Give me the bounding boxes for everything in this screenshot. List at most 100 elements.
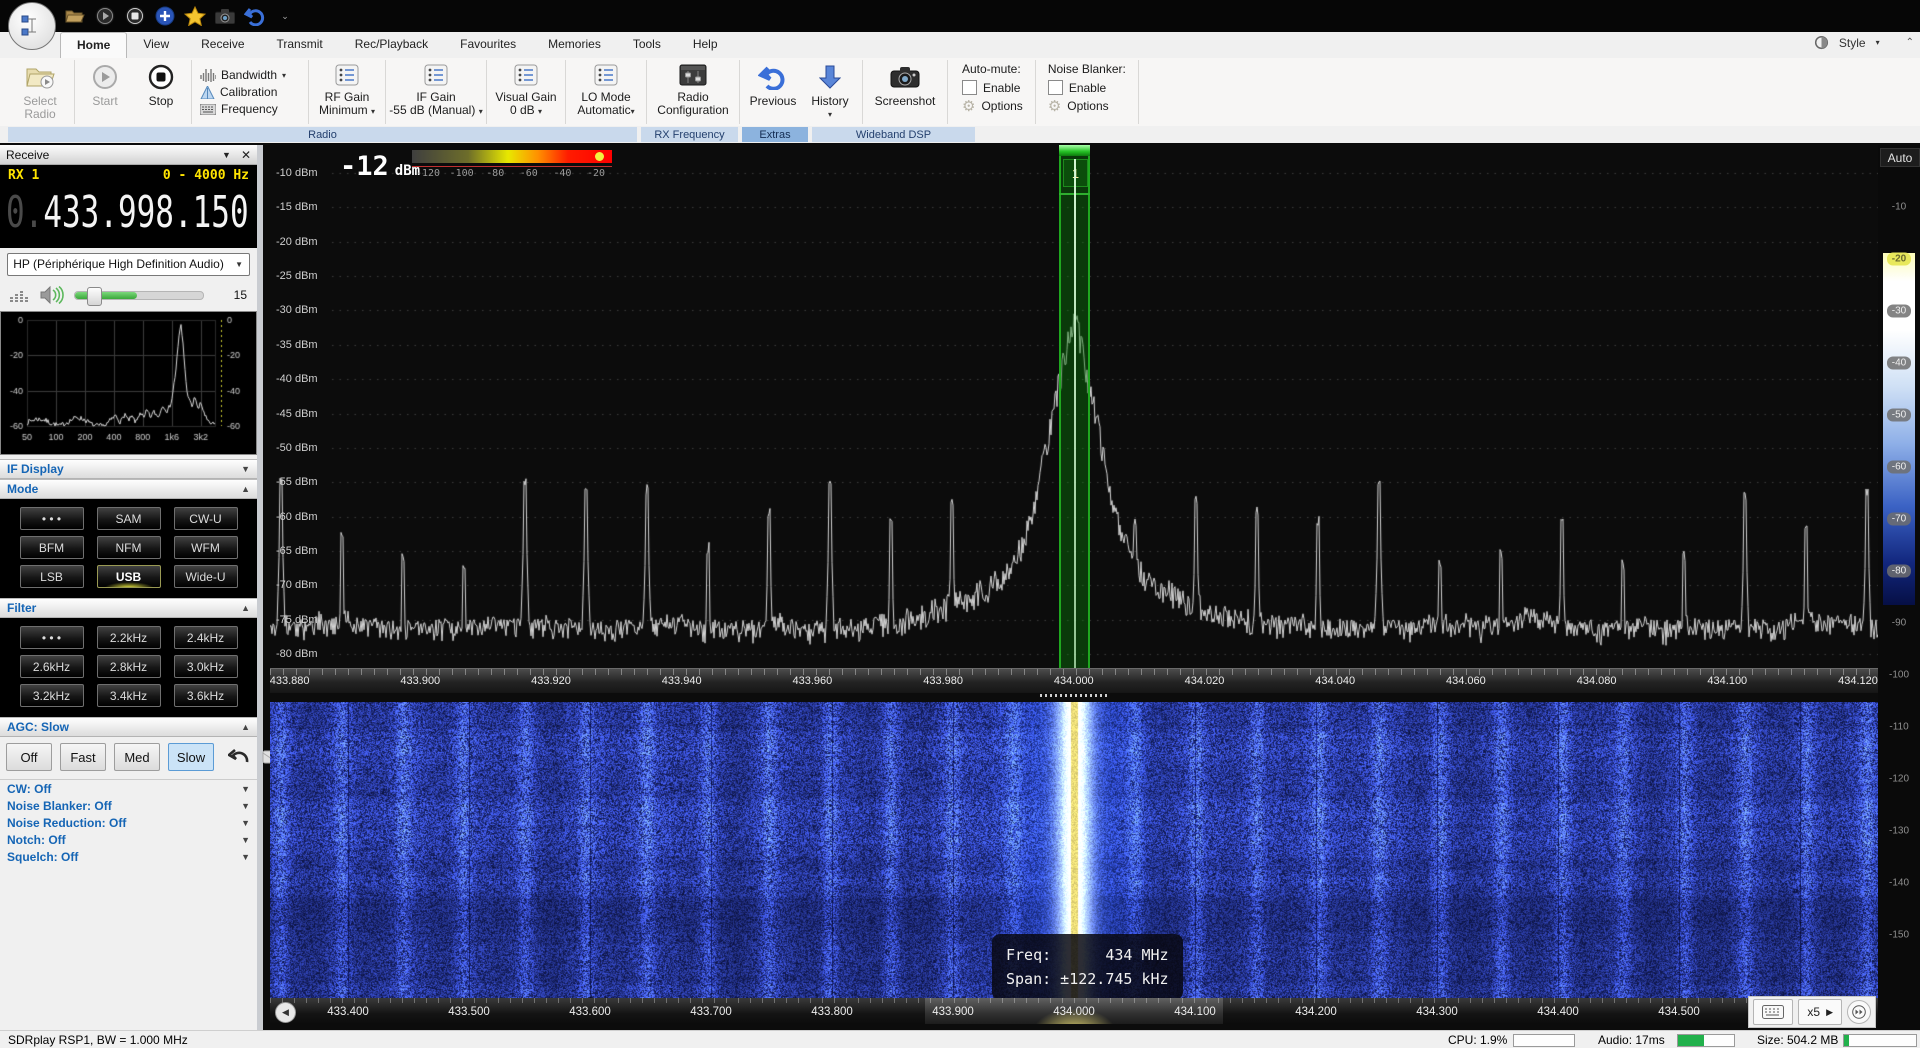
screenshot-button[interactable]: Screenshot: [867, 58, 943, 126]
section-if-display[interactable]: IF Display▼: [0, 459, 257, 479]
level-scale-label[interactable]: -90: [1878, 617, 1920, 630]
dsp-collapse-icon[interactable]: ▼: [241, 852, 250, 862]
auto-mute-options[interactable]: ⚙Options: [962, 99, 1023, 113]
mode-nfm[interactable]: NFM: [97, 536, 161, 559]
tab-favourites[interactable]: Favourites: [444, 32, 532, 58]
mode-sam[interactable]: SAM: [97, 507, 161, 530]
receive-panel-header[interactable]: Receive ▼ ✕: [0, 145, 257, 165]
waterfall-frequency-scale[interactable]: 433.400433.500433.600433.700433.800433.9…: [270, 998, 1878, 1024]
filter-3-6khz[interactable]: 3.6kHz: [174, 684, 238, 707]
dsp-collapse-icon[interactable]: ▼: [241, 818, 250, 828]
agc-undo-icon[interactable]: [228, 749, 250, 765]
waterfall-display[interactable]: Freq: 434 MHzSpan: ±122.745 kHz: [270, 702, 1878, 998]
tab-view[interactable]: View: [127, 32, 185, 58]
dsp-section-noise-reduction[interactable]: Noise Reduction: Off▼: [0, 814, 257, 831]
dsp-section-squelch[interactable]: Squelch: Off▼: [0, 848, 257, 865]
mode-wfm[interactable]: WFM: [174, 536, 238, 559]
collapse-ribbon-button[interactable]: ⌃: [1906, 37, 1914, 48]
audio-device-select[interactable]: HP (Périphérique High Definition Audio) …: [7, 253, 250, 276]
level-scale-label[interactable]: -50: [1878, 409, 1920, 422]
filter-2-2khz[interactable]: 2.2kHz: [97, 626, 161, 649]
level-scale-label[interactable]: -20: [1878, 253, 1920, 266]
level-scale-label[interactable]: -150: [1878, 929, 1920, 942]
lo-mode-button[interactable]: LO Mode Automatic▾: [568, 58, 644, 126]
level-scale-label[interactable]: -30: [1878, 305, 1920, 318]
if-display-collapse-icon[interactable]: ▼: [241, 464, 250, 474]
frequency-button[interactable]: Frequency: [200, 102, 300, 116]
equalizer-icon[interactable]: [10, 287, 30, 303]
panel-collapse-icon[interactable]: ▼: [222, 150, 231, 160]
waterfall-scroll-left-button[interactable]: ◀: [275, 1002, 296, 1023]
level-scale-label[interactable]: -120: [1878, 773, 1920, 786]
agc-collapse-icon[interactable]: ▲: [241, 722, 250, 732]
filter-3-0khz[interactable]: 3.0kHz: [174, 655, 238, 678]
noise-blanker-enable[interactable]: Enable: [1048, 80, 1126, 95]
spectrum-frequency-axis[interactable]: 433.880433.900433.920433.940433.960433.9…: [270, 668, 1878, 693]
tab-memories[interactable]: Memories: [532, 32, 617, 58]
level-scale-label[interactable]: -130: [1878, 825, 1920, 838]
camera-icon[interactable]: [214, 5, 236, 27]
dsp-section-noise-blanker[interactable]: Noise Blanker: Off▼: [0, 797, 257, 814]
tab-tools[interactable]: Tools: [617, 32, 677, 58]
level-scale-label[interactable]: -70: [1878, 513, 1920, 526]
tab-home[interactable]: Home: [60, 32, 127, 58]
bandwidth-button[interactable]: Bandwidth▾: [200, 68, 300, 82]
undo-icon[interactable]: [244, 5, 266, 27]
if-gain-button[interactable]: IF Gain -55 dB (Manual) ▾: [388, 58, 484, 126]
level-scale-label[interactable]: -110: [1878, 721, 1920, 734]
calibration-button[interactable]: Calibration: [200, 85, 300, 99]
auto-scale-button[interactable]: Auto: [1880, 148, 1920, 167]
agc-med[interactable]: Med: [114, 743, 160, 771]
filter-3-4khz[interactable]: 3.4kHz: [97, 684, 161, 707]
previous-button[interactable]: Previous: [744, 58, 802, 126]
filter-2-4khz[interactable]: 2.4kHz: [174, 626, 238, 649]
stop-button[interactable]: Stop: [133, 58, 189, 126]
agc-slow[interactable]: Slow: [168, 743, 214, 771]
mode-cw-u[interactable]: CW-U: [174, 507, 238, 530]
dsp-collapse-icon[interactable]: ▼: [241, 801, 250, 811]
noise-blanker-options[interactable]: ⚙Options: [1048, 99, 1126, 113]
agc-off[interactable]: Off: [6, 743, 52, 771]
dsp-section-cw[interactable]: CW: Off▼: [0, 780, 257, 797]
mode-lsb[interactable]: LSB: [20, 565, 84, 588]
add-icon[interactable]: [154, 5, 176, 27]
speaker-icon[interactable]: [40, 286, 64, 304]
section-filter[interactable]: Filter▲: [0, 598, 257, 618]
mode-bfm[interactable]: BFM: [20, 536, 84, 559]
tuning-marker-cap[interactable]: [1059, 145, 1090, 156]
application-menu-orb[interactable]: [8, 2, 56, 50]
waterfall-fast-forward-button[interactable]: [1847, 1000, 1871, 1024]
radio-configuration-button[interactable]: Radio Configuration: [649, 58, 737, 126]
tab-rec-playback[interactable]: Rec/Playback: [339, 32, 444, 58]
open-folder-icon[interactable]: [64, 5, 86, 27]
favourite-icon[interactable]: [184, 5, 206, 27]
dsp-collapse-icon[interactable]: ▼: [241, 784, 250, 794]
filter-2-8khz[interactable]: 2.8kHz: [97, 655, 161, 678]
waterfall-level-scale[interactable]: Auto -10-20-30-40-50-60-70-80-90-100-110…: [1878, 145, 1920, 1030]
auto-mute-checkbox[interactable]: [962, 80, 977, 95]
waterfall-zoom-button[interactable]: x5 ▶: [1798, 999, 1842, 1025]
mode-wide-u[interactable]: Wide-U: [174, 565, 238, 588]
mode-[interactable]: • • •: [20, 507, 84, 530]
dsp-collapse-icon[interactable]: ▼: [241, 835, 250, 845]
tab-receive[interactable]: Receive: [185, 32, 260, 58]
rf-gain-button[interactable]: RF Gain Minimum ▾: [311, 58, 383, 126]
frequency-display[interactable]: RX 1 0 - 4000 Hz 0.433.998.150: [0, 165, 257, 248]
visual-gain-button[interactable]: Visual Gain 0 dB ▾: [489, 58, 563, 126]
level-scale-label[interactable]: -10: [1878, 201, 1920, 214]
agc-fast[interactable]: Fast: [60, 743, 106, 771]
noise-blanker-checkbox[interactable]: [1048, 80, 1063, 95]
filter-collapse-icon[interactable]: ▲: [241, 603, 250, 613]
play-icon[interactable]: [94, 5, 116, 27]
start-button[interactable]: Start: [77, 58, 133, 126]
level-scale-label[interactable]: -40: [1878, 357, 1920, 370]
history-button[interactable]: History ▾: [802, 58, 858, 126]
auto-mute-enable[interactable]: Enable: [962, 80, 1023, 95]
volume-knob[interactable]: [87, 287, 102, 306]
spectrum-display[interactable]: -12dBm -120-100-80-60-40-20 1 -10 dBm-15…: [270, 145, 1878, 668]
style-button[interactable]: Style: [1839, 36, 1866, 50]
filter-3-2khz[interactable]: 3.2kHz: [20, 684, 84, 707]
volume-slider[interactable]: [74, 291, 204, 300]
level-scale-label[interactable]: -60: [1878, 461, 1920, 474]
level-scale-label[interactable]: -100: [1878, 669, 1920, 682]
